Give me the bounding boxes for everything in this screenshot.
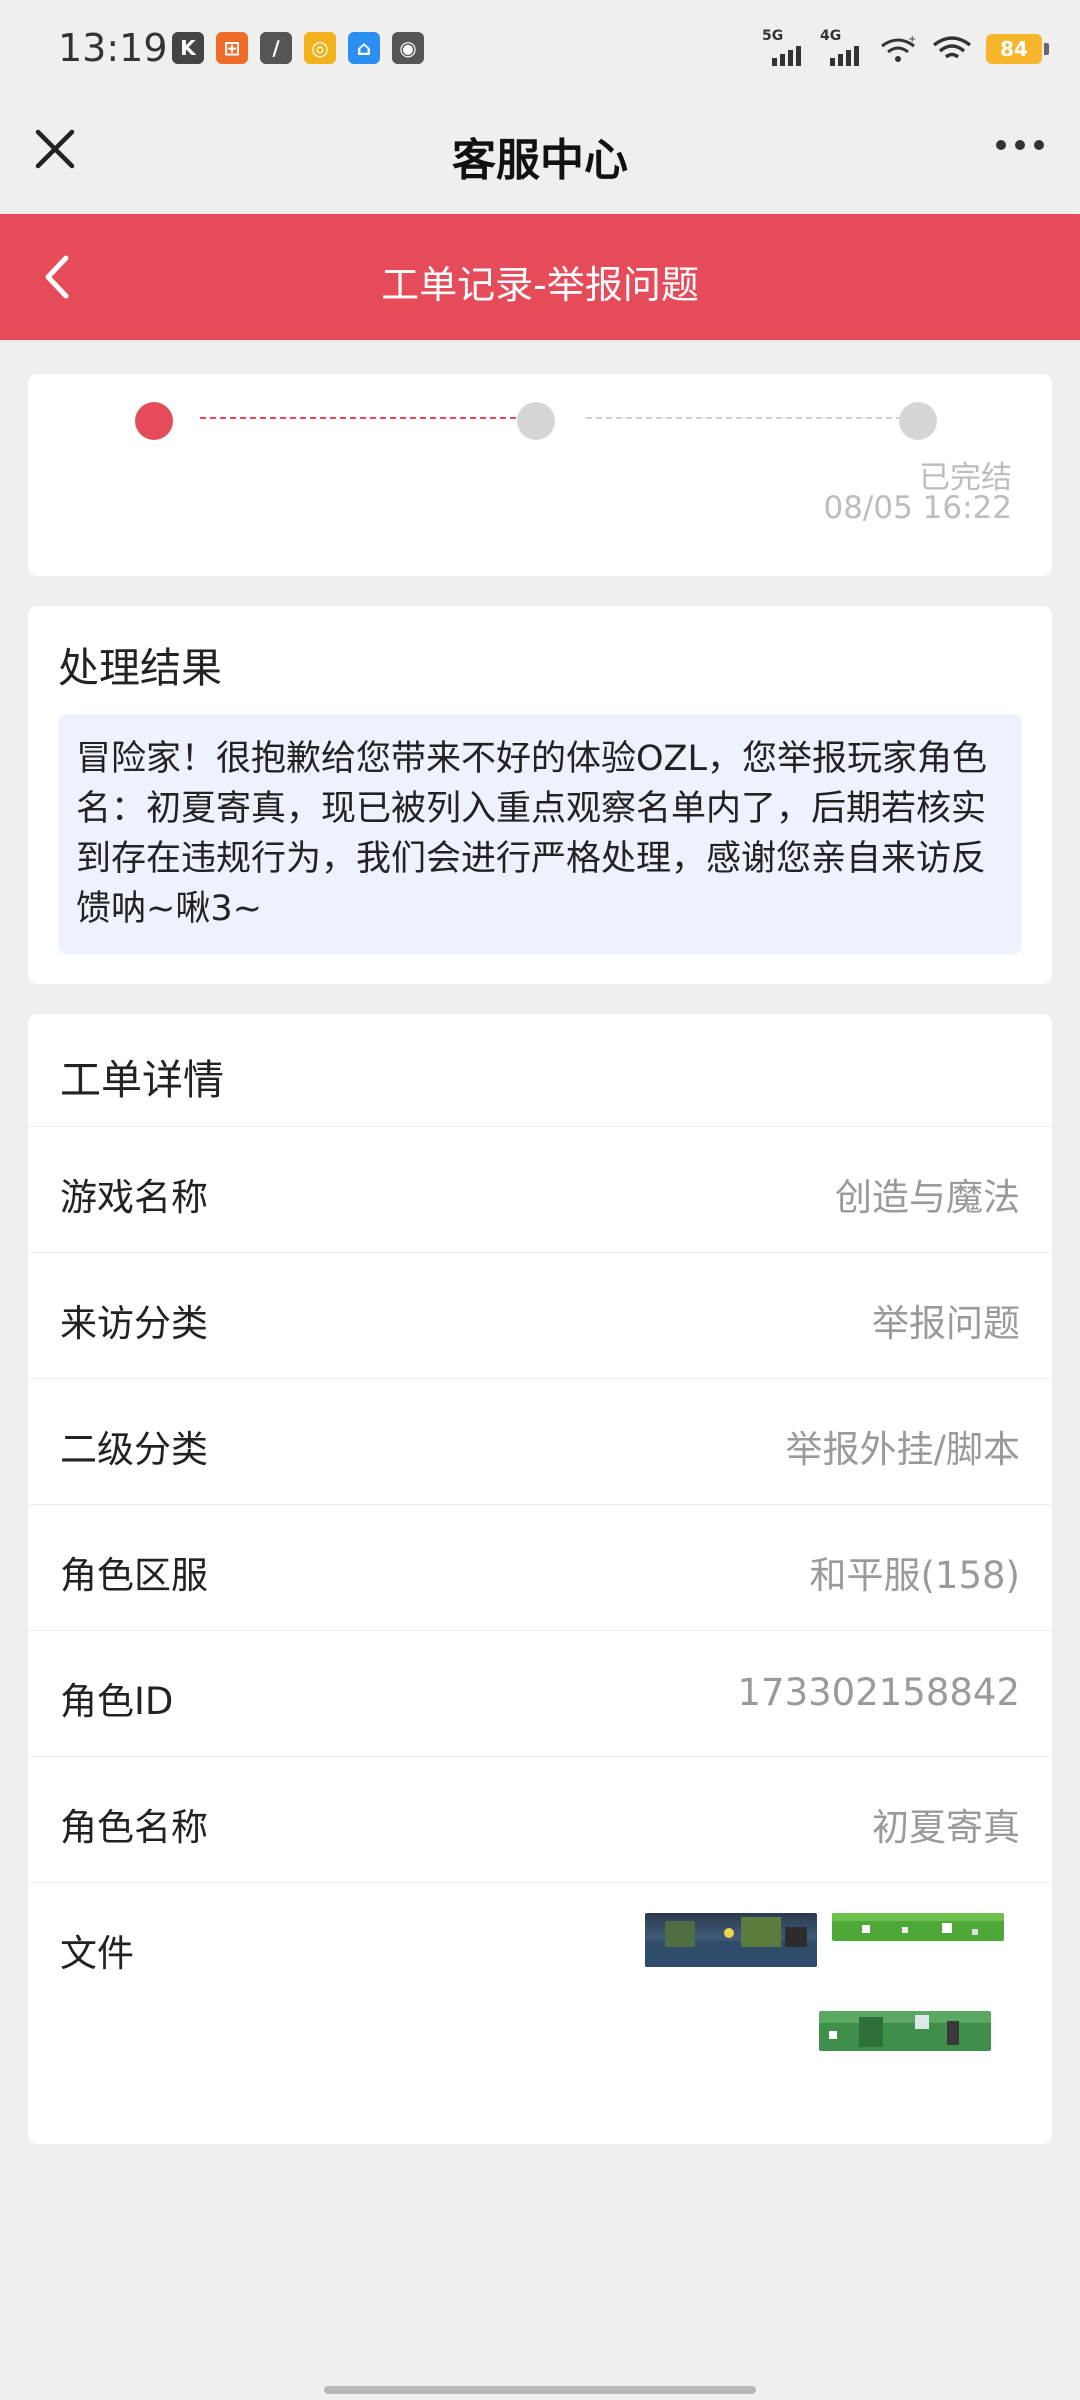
- step-3-dot: [899, 402, 937, 440]
- step-1-connector: [200, 417, 516, 419]
- detail-key: 角色区服: [60, 1554, 208, 1597]
- page-title: 客服中心: [452, 135, 628, 186]
- status-indicators: 5G 4G + 84: [762, 28, 1049, 68]
- svg-text:+: +: [908, 34, 916, 45]
- detail-row-subcategory: 二级分类 举报外挂/脚本: [28, 1378, 1052, 1504]
- detail-value: 举报外挂/脚本: [785, 1428, 1020, 1471]
- detail-value: 173302158842: [737, 1671, 1021, 1714]
- result-card: 处理结果 冒险家！很抱歉给您带来不好的体验OZL，您举报玩家角色名：初夏寄真，现…: [28, 606, 1052, 984]
- detail-key: 角色名称: [60, 1806, 208, 1849]
- detail-value: 初夏寄真: [872, 1806, 1020, 1849]
- file-thumbnail-3[interactable]: [819, 2011, 991, 2051]
- result-text: 冒险家！很抱歉给您带来不好的体验OZL，您举报玩家角色名：初夏寄真，现已被列入重…: [58, 714, 1022, 954]
- status-bar: 13:19 K ⊞ ∕ ◎ ⌂ ◉ 5G 4G + 84: [0, 0, 1080, 100]
- file-thumbnail-2[interactable]: [832, 1913, 1004, 1941]
- battery-icon: 84: [986, 34, 1049, 64]
- detail-value: 创造与魔法: [835, 1176, 1020, 1219]
- detail-row-role-id: 角色ID 173302158842: [28, 1630, 1052, 1756]
- step-1-dot: [135, 402, 173, 440]
- detail-key: 游戏名称: [60, 1176, 208, 1219]
- ticket-header: 工单记录-举报问题: [0, 214, 1080, 340]
- progress-card: 已完结 08/05 16:22: [28, 374, 1052, 576]
- detail-row-category: 来访分类 举报问题: [28, 1252, 1052, 1378]
- detail-row-game: 游戏名称 创造与魔法: [28, 1126, 1052, 1252]
- status-time: 13:19: [58, 26, 168, 70]
- status-app-icons: K ⊞ ∕ ◎ ⌂ ◉: [172, 32, 424, 64]
- signal-4g-icon: 4G: [820, 28, 864, 68]
- detail-key: 角色ID: [60, 1680, 174, 1723]
- detail-key: 来访分类: [60, 1302, 208, 1345]
- step-2-dot: [517, 402, 555, 440]
- files-label: 文件: [60, 1932, 134, 1975]
- mobile-app-icon: ◉: [392, 32, 424, 64]
- detail-card: 工单详情 游戏名称 创造与魔法 来访分类 举报问题 二级分类 举报外挂/脚本 角…: [28, 1014, 1052, 2144]
- file-thumbnail-1[interactable]: [645, 1913, 817, 1967]
- title-bar: 客服中心: [0, 100, 1080, 214]
- more-options-icon[interactable]: [996, 140, 1044, 150]
- detail-value: 举报问题: [872, 1302, 1020, 1345]
- detail-row-files: 文件: [28, 1882, 1052, 2144]
- battery-level: 84: [1000, 37, 1028, 61]
- detail-value: 和平服(158): [809, 1554, 1021, 1597]
- detail-title: 工单详情: [60, 1056, 224, 1104]
- detail-row-role-name: 角色名称 初夏寄真: [28, 1756, 1052, 1882]
- home-indicator[interactable]: [324, 2386, 756, 2394]
- signal-5g-icon: 5G: [762, 28, 806, 68]
- hotspot-icon: +: [881, 34, 916, 62]
- wifi-icon: [932, 36, 972, 59]
- step-3-time: 08/05 16:22: [823, 490, 1012, 526]
- result-title: 处理结果: [58, 644, 222, 692]
- taobao-app-icon: ⊞: [216, 32, 248, 64]
- music-app-icon: ◎: [304, 32, 336, 64]
- feather-app-icon: ∕: [260, 32, 292, 64]
- ticket-header-title: 工单记录-举报问题: [381, 263, 699, 307]
- k-app-icon: K: [172, 32, 204, 64]
- step-2-connector: [586, 417, 902, 419]
- detail-key: 二级分类: [60, 1428, 208, 1471]
- detail-row-server: 角色区服 和平服(158): [28, 1504, 1052, 1630]
- broadcast-app-icon: ⌂: [348, 32, 380, 64]
